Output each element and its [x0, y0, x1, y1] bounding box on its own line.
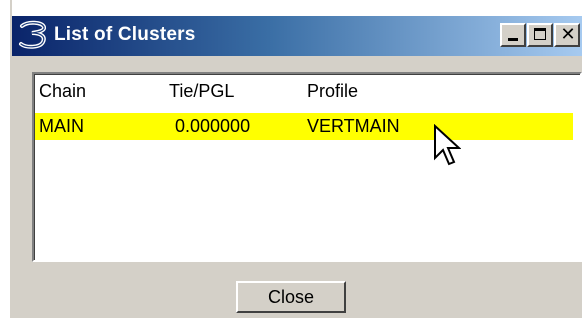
list-row-selected[interactable]: MAIN 0.000000 VERTMAIN — [35, 113, 573, 140]
mouse-pointer-icon — [434, 124, 461, 166]
maximize-icon — [534, 28, 546, 40]
cell-profile: VERTMAIN — [307, 116, 400, 136]
close-icon: ✕ — [560, 24, 576, 44]
close-window-button[interactable]: ✕ — [554, 23, 580, 47]
column-header-profile[interactable]: Profile — [307, 81, 358, 102]
close-button[interactable]: Close — [236, 281, 346, 313]
column-header-chain[interactable]: Chain — [39, 81, 86, 102]
maximize-button[interactable] — [527, 23, 553, 47]
minimize-button[interactable] — [500, 23, 526, 47]
list-of-clusters-window: List of Clusters ✕ Chain Tie/PGL Profile… — [0, 0, 582, 318]
clusters-list[interactable]: Chain Tie/PGL Profile MAIN 0.000000 VERT… — [32, 72, 582, 262]
cell-tie-pgl: 0.000000 — [175, 116, 251, 136]
clusters-list-inner: Chain Tie/PGL Profile MAIN 0.000000 VERT… — [34, 74, 580, 260]
window-frame-top — [0, 0, 582, 16]
window-title: List of Clusters — [54, 24, 196, 45]
window-frame-left — [0, 0, 10, 318]
dialog-body: Chain Tie/PGL Profile MAIN 0.000000 VERT… — [12, 56, 582, 318]
cell-chain: MAIN — [39, 116, 84, 136]
minimize-icon — [508, 38, 518, 41]
column-header-tie-pgl[interactable]: Tie/PGL — [169, 81, 234, 102]
title-bar[interactable]: List of Clusters ✕ — [12, 16, 582, 56]
app-logo-icon — [19, 20, 47, 49]
